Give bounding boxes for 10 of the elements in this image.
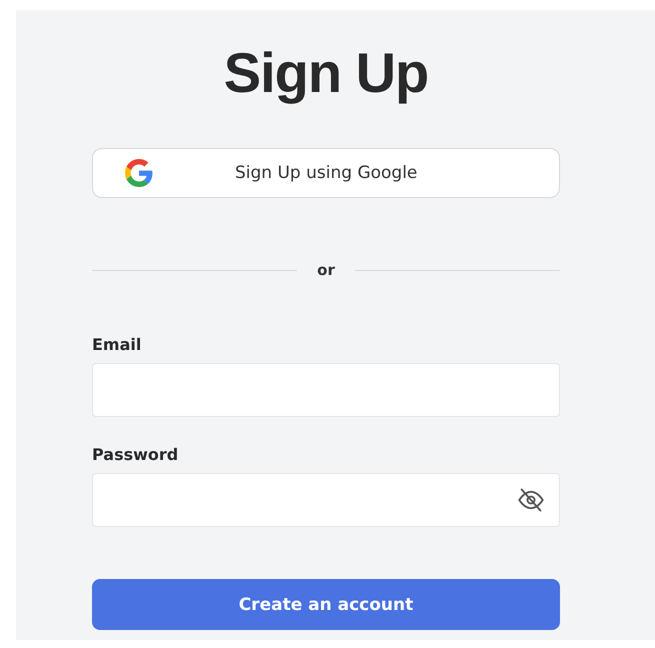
password-field[interactable]: [92, 473, 560, 527]
page-title: Sign Up: [222, 40, 430, 106]
divider-text: or: [317, 261, 335, 279]
eye-slash-icon[interactable]: [517, 486, 545, 514]
google-logo-icon: [125, 159, 153, 187]
create-account-button[interactable]: Create an account: [92, 579, 560, 630]
google-sign-up-button[interactable]: Sign Up using Google: [92, 148, 560, 198]
field-label: Password: [92, 445, 178, 464]
field-label: Email: [92, 335, 142, 354]
email-field[interactable]: [92, 363, 560, 417]
